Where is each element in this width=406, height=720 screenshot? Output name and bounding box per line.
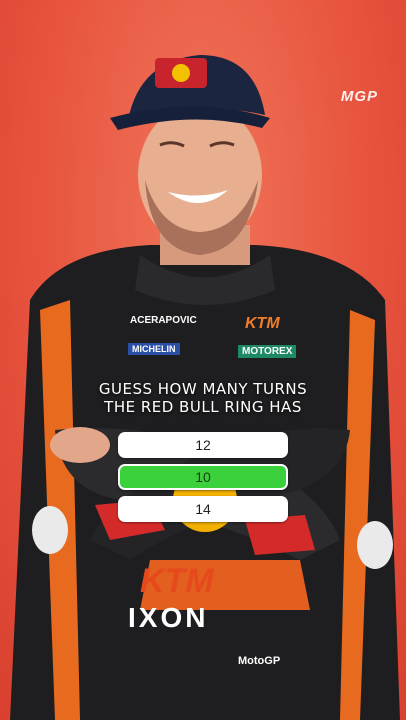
suit-michelin-logo: MICHELIN <box>128 343 180 355</box>
suit-motorex-logo: MOTOREX <box>238 345 297 358</box>
answer-option-14[interactable]: 14 <box>118 496 288 522</box>
suit-ixon-logo: IXON <box>128 602 209 633</box>
suit-motogp-logo: MotoGP <box>238 655 281 667</box>
video-frame: MGP KTM ACERAPOVIC MICHELIN MOTOREX KTM … <box>0 0 406 720</box>
suit-ktm-large: KTM <box>140 562 214 600</box>
suit-ktm-logo: KTM <box>245 315 280 332</box>
quiz-overlay: GUESS HOW MANY TURNS THE RED BULL RING H… <box>0 380 406 522</box>
suit-rider-name: ACERAPOVIC <box>130 315 197 326</box>
answer-option-12[interactable]: 12 <box>118 432 288 458</box>
question-line-1: GUESS HOW MANY TURNS <box>98 380 308 398</box>
answer-option-10-correct[interactable]: 10 <box>118 464 288 490</box>
question-line-2: THE RED BULL RING HAS <box>104 398 302 416</box>
answer-options: 12 10 14 <box>118 432 288 528</box>
quiz-question: GUESS HOW MANY TURNS THE RED BULL RING H… <box>0 380 406 416</box>
